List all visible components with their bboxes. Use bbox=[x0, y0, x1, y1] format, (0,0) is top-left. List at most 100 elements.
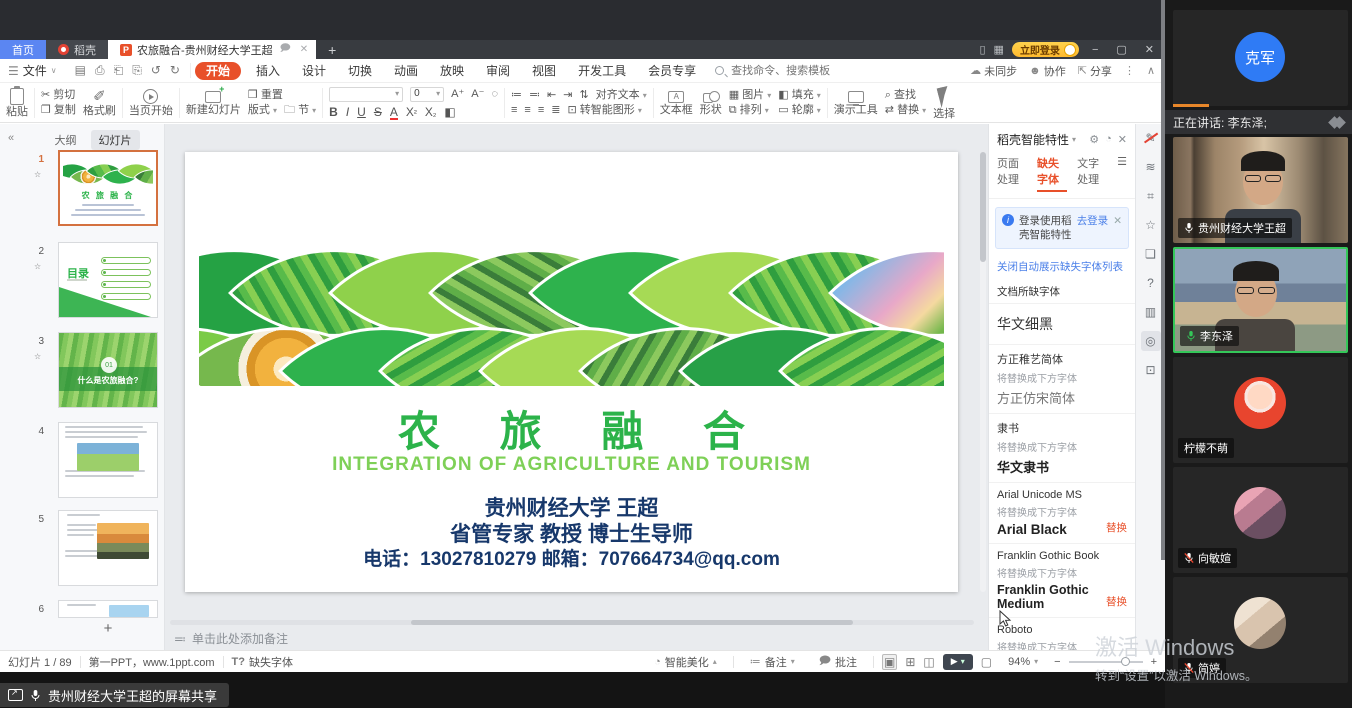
line-spacing-icon[interactable]: ⇅ bbox=[579, 90, 588, 101]
find-button[interactable]: ⌕ 查找 bbox=[885, 90, 916, 101]
italic-button[interactable]: I bbox=[346, 106, 349, 118]
menu-animation[interactable]: 动画 bbox=[383, 62, 429, 79]
font-entry[interactable]: Franklin Gothic Book 将替换成下方字体 Franklin G… bbox=[989, 543, 1135, 617]
notes-button[interactable]: ≔备注 ▾ bbox=[742, 654, 803, 670]
collapse-pane-button[interactable]: « bbox=[0, 124, 22, 650]
print-icon[interactable]: ⎗ bbox=[114, 63, 124, 78]
zoom-slider[interactable] bbox=[1069, 661, 1143, 663]
fill-button[interactable]: ◧ 填充 ▾ bbox=[778, 90, 821, 101]
align-center-icon[interactable]: ≡ bbox=[524, 105, 530, 116]
clear-format-icon[interactable]: ◌ bbox=[491, 89, 498, 100]
tab-missing-fonts[interactable]: 缺失字体 bbox=[1037, 155, 1067, 192]
more-icon[interactable]: ⋮ bbox=[1124, 64, 1135, 77]
reading-view-icon[interactable]: ◫ bbox=[923, 655, 934, 669]
select-button[interactable]: 选择 bbox=[933, 87, 955, 120]
present-tools-button[interactable]: 演示工具 bbox=[834, 91, 878, 116]
paste-button[interactable]: 粘贴 bbox=[6, 88, 28, 118]
windows-icon[interactable]: ❏ bbox=[1141, 244, 1161, 264]
smart-beautify-button[interactable]: ◔智能美化 ▴ bbox=[646, 654, 725, 670]
chevron-down-icon[interactable]: ▾ bbox=[1072, 135, 1076, 144]
font-entry[interactable]: 华文细黑 bbox=[989, 303, 1135, 344]
go-login-link[interactable]: 去登录 bbox=[1077, 214, 1109, 242]
menu-review[interactable]: 审阅 bbox=[475, 62, 521, 79]
redo-icon[interactable]: ↻ bbox=[170, 63, 180, 78]
menu-insert[interactable]: 插入 bbox=[245, 62, 291, 79]
new-slide-button[interactable]: 新建幻灯片 bbox=[186, 91, 241, 116]
tab-text-processing[interactable]: 文字处理 bbox=[1077, 155, 1107, 192]
current-slide[interactable]: 农 旅 融 合 INTEGRATION OF AGRICULTURE AND T… bbox=[185, 152, 958, 592]
slide-thumbnail-4[interactable] bbox=[58, 422, 158, 498]
screen-share-banner[interactable]: 贵州财经大学王超的屏幕共享 bbox=[0, 683, 229, 707]
maximize-button[interactable]: ▢ bbox=[1111, 43, 1131, 56]
bell-icon[interactable]: ◔ bbox=[1105, 133, 1112, 146]
zoom-level[interactable]: 94% ▾ bbox=[1000, 656, 1046, 668]
single-window-icon[interactable]: ▯ bbox=[979, 43, 985, 56]
number-list-icon[interactable]: ≕ bbox=[529, 90, 540, 101]
strikethrough-button[interactable]: S bbox=[374, 106, 382, 118]
toggle-autoshow-link[interactable]: 关闭自动展示缺失字体列表 bbox=[989, 257, 1135, 280]
sync-status[interactable]: ☁未同步 bbox=[970, 63, 1017, 79]
align-text-button[interactable]: 对齐文本 ▾ bbox=[596, 90, 647, 101]
docer-smart-icon[interactable]: ◎ bbox=[1141, 331, 1161, 351]
file-menu[interactable]: ☰ 文件 ∨ bbox=[0, 62, 65, 79]
export-icon[interactable]: ⎙ bbox=[95, 63, 105, 78]
zoom-out-button[interactable]: − bbox=[1054, 656, 1060, 668]
font-size-select[interactable]: 0▾ bbox=[410, 87, 444, 102]
share-button[interactable]: ⇱分享 bbox=[1078, 63, 1112, 79]
font-entry[interactable]: 隶书 将替换成下方字体 华文隶书 bbox=[989, 413, 1135, 482]
highlight-button[interactable]: ◧ bbox=[444, 106, 455, 118]
font-color-button[interactable]: A bbox=[390, 106, 398, 120]
menu-start[interactable]: 开始 bbox=[195, 62, 241, 80]
menu-devtools[interactable]: 开发工具 bbox=[567, 62, 637, 79]
start-slideshow-button[interactable]: 当页开始 bbox=[129, 89, 173, 117]
format-painter-button[interactable]: ✐格式刷 bbox=[83, 89, 116, 117]
justify-icon[interactable]: ≣ bbox=[551, 105, 560, 116]
new-tab-button[interactable]: + bbox=[316, 40, 348, 59]
menu-member[interactable]: 会员专享 bbox=[637, 62, 707, 79]
zoom-slider-knob[interactable] bbox=[1121, 657, 1130, 666]
tab-home[interactable]: 首页 bbox=[0, 40, 46, 59]
tab-slides[interactable]: 幻灯片 bbox=[91, 130, 140, 150]
bold-button[interactable]: B bbox=[329, 106, 338, 118]
decrease-font-icon[interactable]: A⁻ bbox=[471, 89, 484, 100]
indent-increase-icon[interactable]: ⇥ bbox=[563, 90, 572, 101]
image-tool-icon[interactable]: ▥ bbox=[1141, 302, 1161, 322]
slide-thumbnail-5[interactable] bbox=[58, 510, 158, 586]
command-search[interactable] bbox=[715, 64, 839, 78]
copy-button[interactable]: ❐ 复制 bbox=[41, 105, 76, 116]
indent-decrease-icon[interactable]: ⇤ bbox=[547, 90, 556, 101]
collapse-ribbon-icon[interactable]: ∧ bbox=[1147, 64, 1155, 77]
font-entry[interactable]: Arial Unicode MS 将替换成下方字体 Arial Black 替换 bbox=[989, 482, 1135, 543]
horizontal-scrollbar[interactable] bbox=[170, 620, 974, 625]
font-name-select[interactable]: ▾ bbox=[329, 87, 403, 102]
menu-design[interactable]: 设计 bbox=[291, 62, 337, 79]
gear-icon[interactable]: ⚙ bbox=[1089, 133, 1099, 146]
replace-link[interactable]: 替换 bbox=[1106, 594, 1127, 609]
help-icon[interactable]: ? bbox=[1141, 273, 1161, 293]
tab-docer[interactable]: 稻壳 bbox=[46, 40, 108, 59]
participant-tile-kejun[interactable]: 克军 bbox=[1173, 10, 1348, 106]
underline-button[interactable]: U bbox=[357, 106, 366, 118]
banner-close-icon[interactable]: ✕ bbox=[1113, 214, 1122, 242]
sorter-view-icon[interactable]: ⊞ bbox=[905, 655, 915, 669]
tab-comment-icon[interactable]: 🗩 bbox=[278, 41, 293, 58]
favorites-icon[interactable]: ☆ bbox=[1141, 215, 1161, 235]
menu-transition[interactable]: 切换 bbox=[337, 62, 383, 79]
tab-document[interactable]: P 农旅融合-贵州财经大学王超 🗩 ✕ bbox=[108, 40, 316, 59]
zoom-in-button[interactable]: + bbox=[1151, 656, 1157, 668]
participant-tile-lidongze[interactable]: 李东泽 bbox=[1173, 247, 1348, 353]
missing-fonts-status[interactable]: T?缺失字体 bbox=[224, 654, 301, 670]
layout-button[interactable]: 版式 ▾ bbox=[248, 105, 277, 116]
replace-link[interactable]: 替换 bbox=[1106, 520, 1127, 535]
fit-slide-icon[interactable]: ▢ bbox=[981, 655, 992, 669]
close-button[interactable]: ✕ bbox=[1140, 43, 1159, 56]
arrange-button[interactable]: ⧉ 排列 ▾ bbox=[729, 105, 769, 116]
cut-button[interactable]: ✂ 剪切 bbox=[41, 90, 75, 101]
tab-outline[interactable]: 大纲 bbox=[47, 130, 85, 150]
smart-graphic-button[interactable]: ⊡ 转智能图形 ▾ bbox=[567, 105, 641, 116]
text-box-button[interactable]: A文本框 bbox=[660, 91, 693, 116]
effects-icon[interactable]: ≋ bbox=[1141, 157, 1161, 177]
slide-thumbnail-3[interactable]: 01 什么是农旅融合? bbox=[58, 332, 158, 408]
slide-thumbnail-2[interactable]: 目录 bbox=[58, 242, 158, 318]
menu-view[interactable]: 视图 bbox=[521, 62, 567, 79]
